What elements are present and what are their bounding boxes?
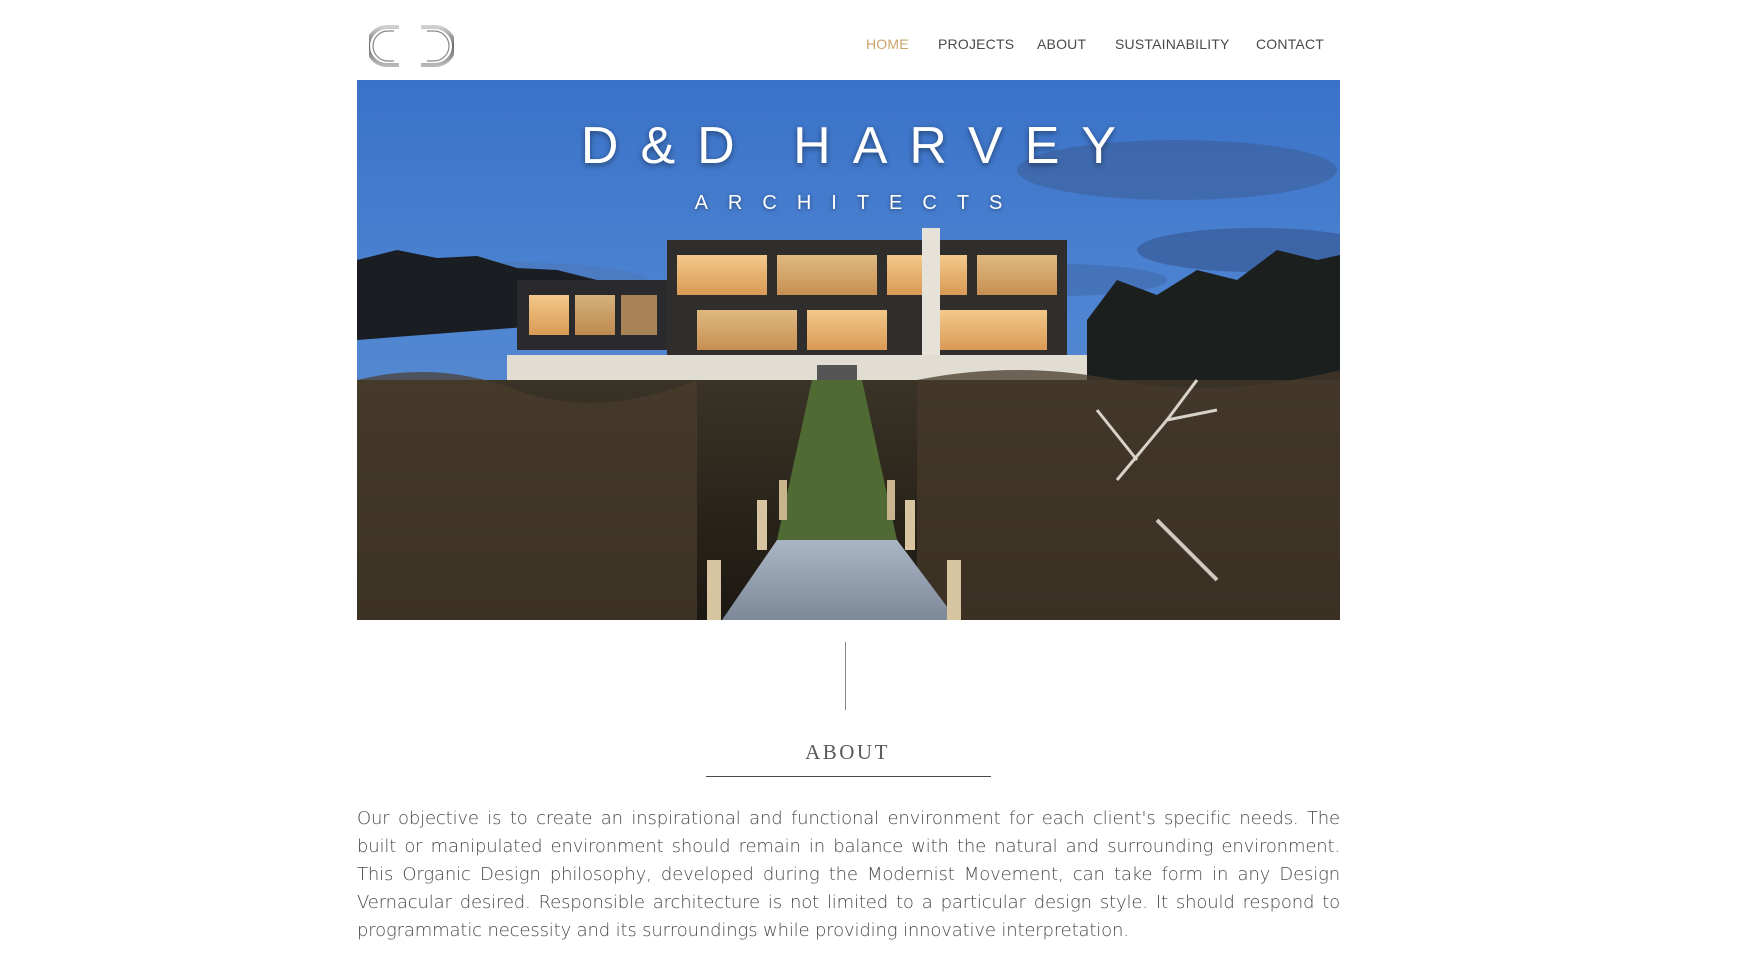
hero-title: D&D HARVEY (580, 117, 1139, 175)
page: HOME PROJECTS ABOUT SUSTAINABILITY CONTA… (0, 0, 1737, 957)
about-body-text: Our objective is to create an inspiratio… (357, 808, 1340, 941)
hero-banner: D&D HARVEY ARCHITECTS (357, 80, 1340, 620)
nav-about[interactable]: ABOUT (1037, 36, 1086, 52)
nav-sustainability[interactable]: SUSTAINABILITY (1115, 36, 1230, 52)
nav-contact[interactable]: CONTACT (1256, 36, 1324, 52)
hero-subtitle: ARCHITECTS (694, 192, 1023, 214)
vertical-divider (845, 642, 846, 710)
nav-projects[interactable]: PROJECTS (938, 36, 1014, 52)
about-underline (706, 776, 991, 777)
about-heading: ABOUT (805, 740, 890, 764)
nav-home[interactable]: HOME (866, 36, 909, 52)
main-nav: HOME PROJECTS ABOUT SUSTAINABILITY CONTA… (0, 36, 1737, 56)
